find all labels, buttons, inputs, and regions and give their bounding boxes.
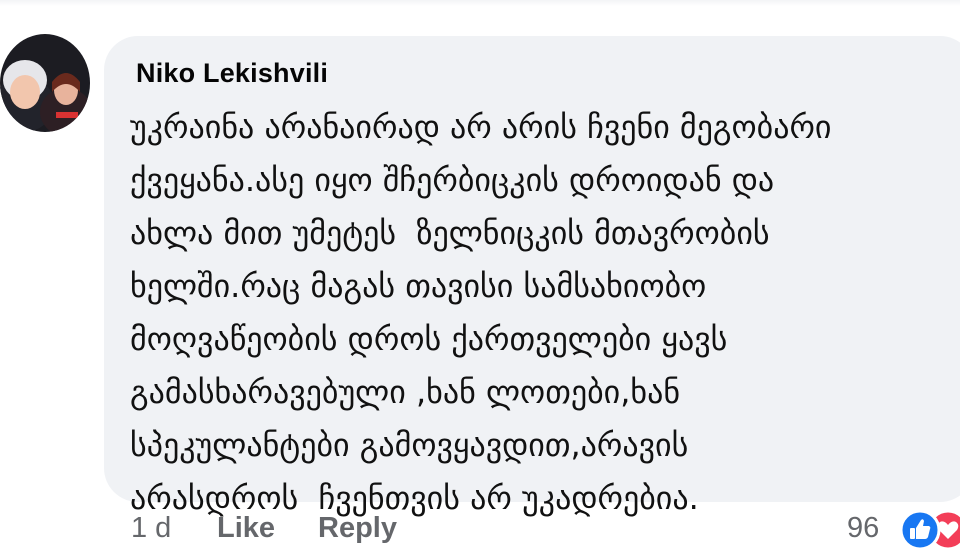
author-name[interactable]: Niko Lekishvili xyxy=(136,58,328,89)
comment-line: ხელში.რაც მაგას თავისი სამსახიობო xyxy=(130,267,707,305)
comment-line: სპეკულანტები გამოვყავდით,არავის xyxy=(130,426,689,464)
author-avatar[interactable] xyxy=(0,34,90,132)
reply-button[interactable]: Reply xyxy=(318,512,397,545)
comment-text: უკრაინა არანაირად არ არის ჩვენი მეგობარი… xyxy=(130,101,950,525)
comment-line: მოღვაწეობის დროს ქართველები ყავს xyxy=(130,320,728,358)
top-divider xyxy=(0,0,960,6)
like-reaction-icon xyxy=(899,509,941,551)
reaction-icons[interactable] xyxy=(898,508,960,552)
like-button[interactable]: Like xyxy=(217,512,275,545)
comment-line: უკრაინა არანაირად არ არის ჩვენი მეგობარი xyxy=(130,108,832,146)
comment-timestamp[interactable]: 1 d xyxy=(131,512,171,545)
comment-line: ქვეყანა.ასე იყო შჩერბიცკის დროიდან და xyxy=(130,161,775,199)
reaction-count[interactable]: 96 xyxy=(847,512,879,545)
comment-line: გამასხარავებული ,ხან ლოთები,ხან xyxy=(130,373,681,411)
comment-line: ახლა მით უმეტეს ზელნიცკის მთავრობის xyxy=(130,214,770,252)
comment-view: Niko Lekishvili უკრაინა არანაირად არ არი… xyxy=(0,0,960,553)
avatar-photo xyxy=(0,34,90,132)
